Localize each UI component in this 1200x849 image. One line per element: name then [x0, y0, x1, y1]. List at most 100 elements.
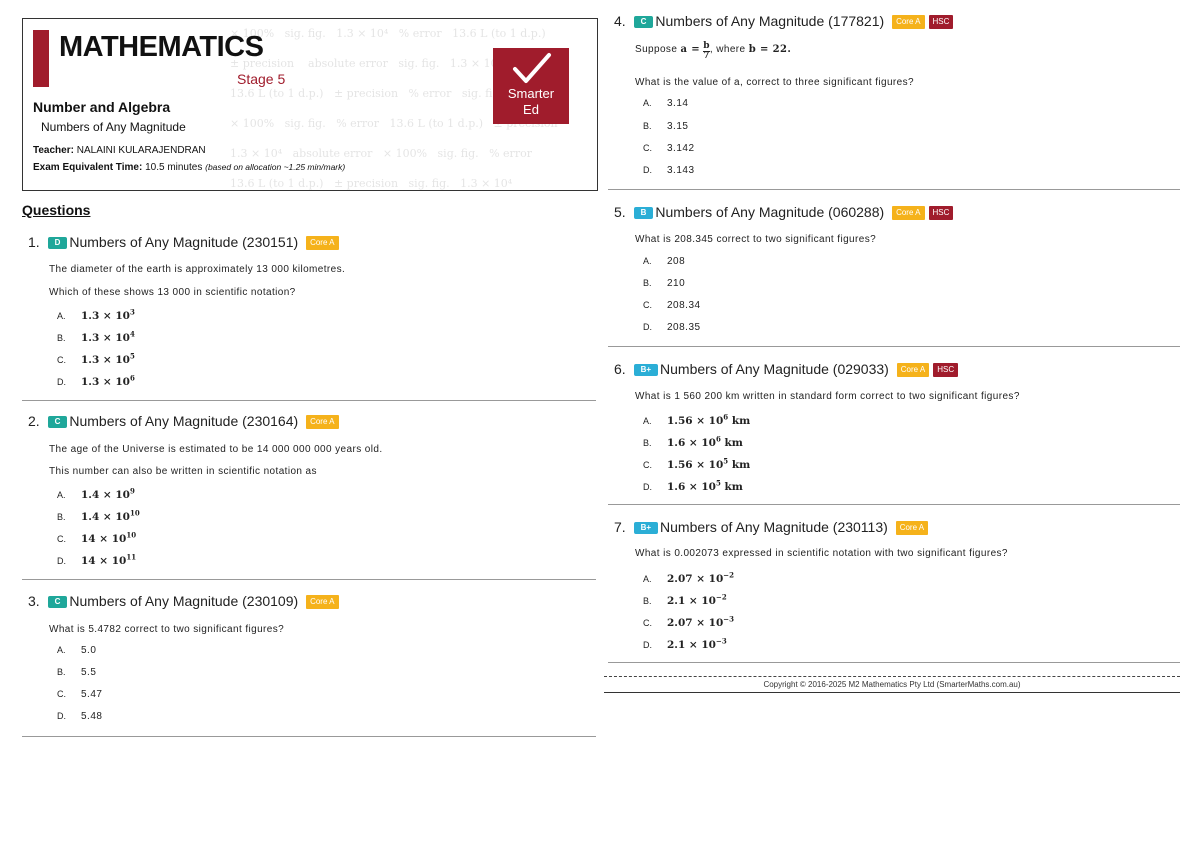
- option-value: 1.4 × 109: [81, 486, 135, 501]
- copyright-footer: Copyright © 2016-2025 M2 Mathematics Pty…: [763, 680, 1021, 689]
- question-text: The diameter of the earth is approximate…: [49, 264, 346, 275]
- option-a[interactable]: A. 3.14: [643, 98, 688, 109]
- option-c[interactable]: C. 3.142: [643, 143, 695, 154]
- hsc-tag: HSC: [933, 363, 959, 377]
- option-value: 1.3 × 105: [81, 351, 135, 366]
- option-c[interactable]: C. 2.07 × 10−3: [643, 614, 734, 629]
- option-value: 1.6 × 106 km: [667, 434, 743, 449]
- divider: [608, 189, 1180, 190]
- divider: [608, 662, 1180, 663]
- exam-time-label: Exam Equivalent Time:: [33, 162, 143, 173]
- teacher-name: NALAINI KULARAJENDRAN: [76, 145, 206, 156]
- divider: [608, 346, 1180, 347]
- grade-badge: C: [633, 16, 654, 28]
- divider: [22, 579, 596, 580]
- logo-text-line1: Smarter: [507, 86, 555, 101]
- option-value: 1.4 × 1010: [81, 508, 140, 523]
- divider: [22, 736, 596, 737]
- option-value: 14 × 1011: [81, 552, 137, 567]
- grade-badge: C: [47, 596, 68, 608]
- option-c[interactable]: C. 14 × 1010: [57, 530, 136, 545]
- question-number: 7.: [614, 519, 626, 535]
- option-d[interactable]: D. 208.35: [643, 322, 701, 333]
- core-tag: Core A: [895, 521, 929, 535]
- logo-text-line2: Ed: [523, 102, 539, 117]
- question-topic: Numbers of Any Magnitude (230109): [69, 593, 299, 609]
- option-a[interactable]: A. 5.0: [57, 645, 96, 656]
- question-topic: Numbers of Any Magnitude (060288): [655, 204, 885, 220]
- question-number: 1.: [28, 234, 40, 250]
- questions-heading: Questions: [22, 202, 91, 218]
- option-value: 2.07 × 10−2: [667, 570, 735, 585]
- divider: [608, 504, 1180, 505]
- option-b[interactable]: B. 210: [643, 278, 685, 289]
- question-topic: Numbers of Any Magnitude (230164): [69, 413, 299, 429]
- exam-time-value: 10.5 minutes: [145, 162, 203, 173]
- question-topic: Numbers of Any Magnitude (230113): [660, 519, 888, 535]
- option-a[interactable]: A. 1.4 × 109: [57, 486, 135, 501]
- option-b[interactable]: B. 5.5: [57, 667, 96, 678]
- question-topic: Numbers of Any Magnitude (230151): [69, 234, 299, 250]
- option-value: 2.1 × 10−3: [667, 636, 727, 651]
- option-c[interactable]: C. 5.47: [57, 689, 102, 700]
- teacher-line: Teacher: NALAINI KULARAJENDRAN: [33, 145, 206, 156]
- hsc-tag: HSC: [928, 206, 954, 220]
- option-b[interactable]: B. 3.15: [643, 121, 688, 132]
- option-d[interactable]: D. 14 × 1011: [57, 552, 136, 567]
- question-text: Which of these shows 13 000 in scientifi…: [49, 287, 296, 298]
- option-a[interactable]: A. 208: [643, 256, 685, 267]
- option-value: 1.3 × 103: [81, 307, 135, 322]
- question-text: What is 208.345 correct to two significa…: [635, 234, 877, 245]
- footer-dashed-line: [604, 676, 1180, 677]
- question-text: This number can also be written in scien…: [49, 466, 317, 477]
- option-d[interactable]: D. 1.6 × 105 km: [643, 478, 743, 493]
- option-a[interactable]: A. 1.56 × 106 km: [643, 412, 750, 427]
- question-text: The age of the Universe is estimated to …: [49, 444, 383, 455]
- question-number: 4.: [614, 13, 626, 29]
- checkmark-icon: [513, 53, 551, 83]
- question-title: 5. B Numbers of Any Magnitude (060288) Co…: [614, 204, 954, 220]
- question-topic: Numbers of Any Magnitude (029033): [660, 361, 889, 377]
- option-b[interactable]: B. 1.6 × 106 km: [643, 434, 743, 449]
- option-c[interactable]: C. 208.34: [643, 300, 701, 311]
- question-title: 7. B+ Numbers of Any Magnitude (230113) C…: [614, 519, 929, 535]
- footer-rule: [604, 692, 1180, 693]
- question-title: 3. C Numbers of Any Magnitude (230109) Co…: [28, 593, 339, 609]
- question-text: What is 1 560 200 km written in standard…: [635, 391, 1020, 402]
- option-c[interactable]: C. 1.56 × 105 km: [643, 456, 750, 471]
- question-text: What is 0.002073 expressed in scientific…: [635, 548, 1008, 559]
- option-value: 2.1 × 10−2: [667, 592, 727, 607]
- topic-label: Numbers of Any Magnitude: [41, 120, 186, 134]
- option-d[interactable]: D. 3.143: [643, 165, 695, 176]
- question-title: 2. C Numbers of Any Magnitude (230164) Co…: [28, 413, 339, 429]
- core-tag: Core A: [892, 15, 925, 29]
- option-value: 1.3 × 104: [81, 329, 135, 344]
- exam-time-line: Exam Equivalent Time: 10.5 minutes (base…: [33, 162, 345, 173]
- option-value: 14 × 1010: [81, 530, 137, 545]
- option-b[interactable]: B. 1.4 × 1010: [57, 508, 140, 523]
- question-title: 1. D Numbers of Any Magnitude (230151) Co…: [28, 234, 339, 250]
- option-a[interactable]: A. 1.3 × 103: [57, 307, 135, 322]
- question-title: 4. C Numbers of Any Magnitude (177821) Co…: [614, 13, 954, 29]
- option-b[interactable]: B. 2.1 × 10−2: [643, 592, 727, 607]
- option-b[interactable]: B. 1.3 × 104: [57, 329, 135, 344]
- option-c[interactable]: C. 1.3 × 105: [57, 351, 135, 366]
- option-a[interactable]: A. 2.07 × 10−2: [643, 570, 734, 585]
- grade-badge: B+: [633, 522, 659, 534]
- option-d[interactable]: D. 2.1 × 10−3: [643, 636, 727, 651]
- teacher-label: Teacher:: [33, 145, 74, 156]
- option-value: 2.07 × 10−3: [667, 614, 735, 629]
- page-title: MATHEMATICS: [59, 31, 264, 63]
- question-title: 6. B+ Numbers of Any Magnitude (029033) C…: [614, 361, 959, 377]
- question-number: 6.: [614, 361, 626, 377]
- core-tag: Core A: [306, 236, 339, 250]
- hsc-tag: HSC: [928, 15, 954, 29]
- worksheet-header: × 100% sig. fig. 1.3 × 10⁴ % error 13.6 …: [22, 18, 598, 191]
- option-value: 1.56 × 106 km: [667, 412, 751, 427]
- option-d[interactable]: D. 5.48: [57, 711, 102, 722]
- question-text: What is the value of a, correct to three…: [635, 77, 914, 88]
- question-number: 2.: [28, 413, 40, 429]
- question-number: 5.: [614, 204, 626, 220]
- option-value: 1.6 × 105 km: [667, 478, 743, 493]
- option-d[interactable]: D. 1.3 × 106: [57, 373, 135, 388]
